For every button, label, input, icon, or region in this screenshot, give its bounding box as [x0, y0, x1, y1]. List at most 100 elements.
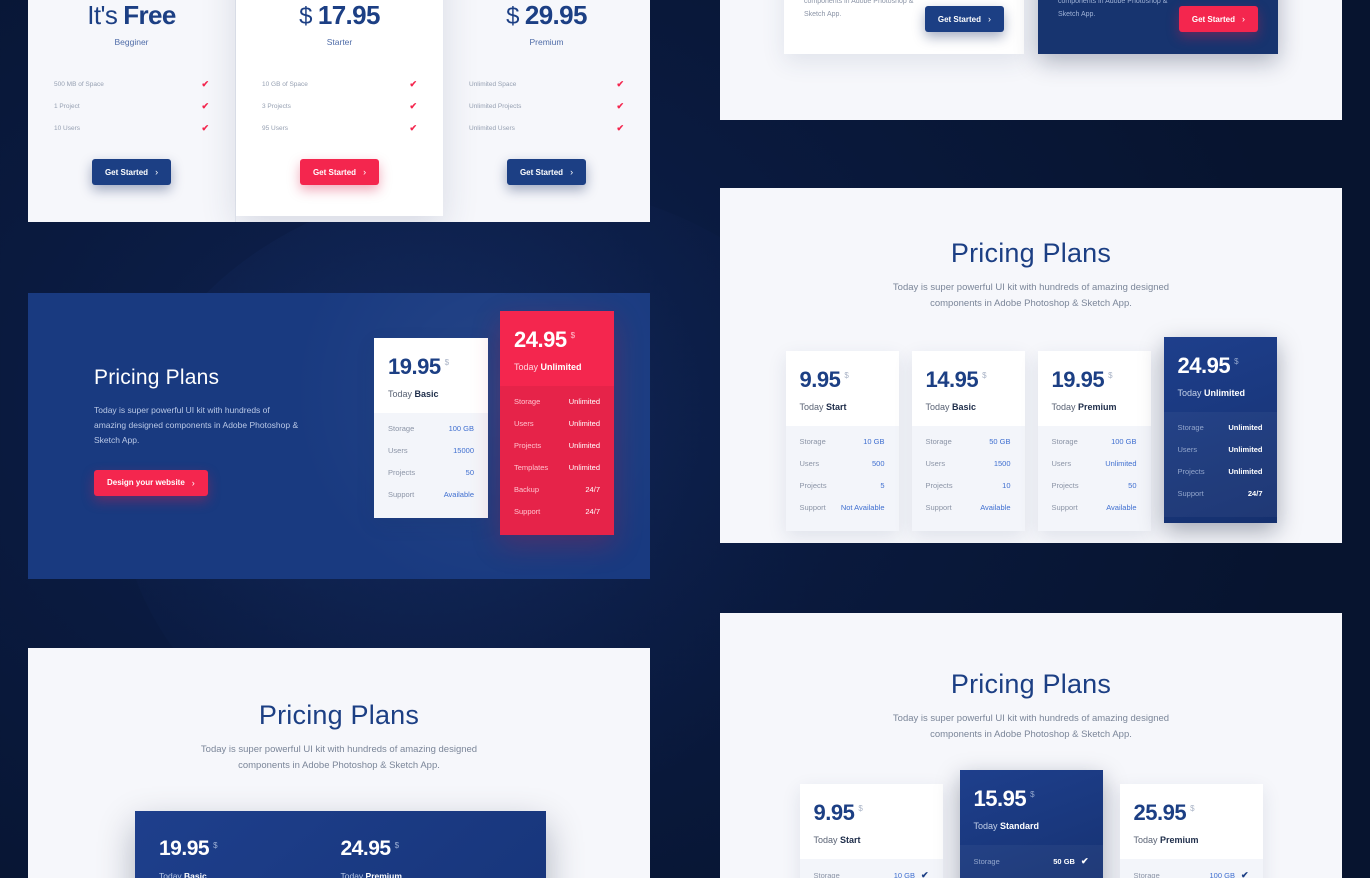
pricing-card[interactable]: 9.95$Today StartStorage10 GB✔Users500✔: [799, 784, 943, 878]
feature-card[interactable]: hundreds of amazing designed components …: [784, 0, 1024, 54]
feature-label: 3 Projects: [262, 102, 291, 110]
get-started-button[interactable]: Get Started ›: [91, 159, 172, 185]
feature-value: 5: [880, 480, 885, 490]
plan-level-label: Premium: [529, 37, 564, 47]
feature-value: Unlimited: [568, 418, 600, 428]
page-subtitle: Today is super powerful UI kit with hund…: [892, 713, 1170, 740]
pricing-card-features: Storage 100 GB Users 15000 Projects 50 Support…: [374, 413, 488, 518]
price-row: 24.95 $: [514, 327, 600, 353]
price-value: 9.95: [813, 800, 855, 826]
pricing-card-features: Storage 10 GB Users 500 Projects 5 Support Not …: [785, 426, 899, 532]
wide-plan-card[interactable]: 19.95 $ Today Basic 24.95 $ Today Premium: [135, 811, 546, 878]
feature-row: 95 Users ✔: [262, 117, 417, 139]
feature-row: Support 24/7: [1178, 482, 1263, 504]
feature-row: Users Unlimited: [514, 412, 600, 434]
feature-value: 10 GB: [863, 436, 885, 446]
feature-value: Available: [1106, 502, 1137, 512]
feature-value: 100 GB: [1209, 870, 1235, 878]
pricing-card[interactable]: 15.95$ Today Standard Storage 50 GB ✔ Users25…: [959, 770, 1103, 878]
feature-value: 15000: [453, 445, 474, 455]
pricing-card[interactable]: 14.95 $ Today Basic Storage 50 GB Users 1500 Pr…: [911, 351, 1025, 532]
get-started-button[interactable]: Get Started ›: [1178, 6, 1258, 32]
get-started-label: Get Started: [1191, 14, 1235, 24]
panel-wide-dual-plan: Pricing Plans Today is super powerful UI…: [28, 648, 650, 878]
pricing-card-features: Storage Unlimited Users Unlimited Projects Un…: [1163, 412, 1277, 518]
plan-level-label: Begginer: [114, 37, 149, 47]
cta-wrap: Get Started ›: [1178, 6, 1258, 32]
feature-value: 50: [465, 467, 474, 477]
get-started-button[interactable]: Get Started ›: [299, 159, 380, 185]
feature-row: Users Unlimited: [1052, 452, 1137, 474]
feature-label: 500 MB of Space: [54, 80, 104, 88]
feature-row: 500 MB of Space ✔: [54, 73, 209, 95]
plan-tier-label: Basic: [184, 871, 207, 878]
pricing-card-header: 19.95 $ Today Basic: [374, 338, 488, 413]
currency-symbol: $: [858, 804, 863, 814]
price-value: 15.95: [973, 786, 1027, 812]
cta-wrap: Get Started ›: [506, 159, 587, 185]
panel-pricing-hero: Pricing Plans Today is super powerful UI…: [28, 293, 650, 579]
currency-symbol: $: [1030, 790, 1035, 800]
price-row: 19.95 $: [388, 354, 474, 380]
pricing-card-features: Storage 50 GB Users 1500 Projects 10 Support Av…: [911, 426, 1025, 532]
feature-value: 100 GB: [1111, 436, 1137, 446]
plan-prefix: Today: [1051, 402, 1079, 413]
feature-row: Storage 50 GB ✔: [974, 849, 1089, 873]
panel-three-plan-cards: Pricing Plans Today is super powerful UI…: [720, 613, 1342, 878]
feature-value-wrap: 10 GB: [863, 437, 884, 446]
pricing-card[interactable]: 24.95 $ Today Unlimited Storage Unlimited Use…: [1163, 337, 1277, 524]
feature-value: 100 GB: [448, 423, 474, 433]
panel-two-feature-cards: hundreds of amazing designed components …: [720, 0, 1342, 120]
currency-symbol: $: [506, 3, 519, 30]
panel-three-plan-table: It's Free Begginer 500 MB of Space ✔ 1 Projec…: [28, 0, 650, 222]
pricing-card[interactable]: 19.95 $ Today Premium Storage 100 GB Users Unl…: [1037, 351, 1151, 532]
pricing-card[interactable]: 24.95 $ Today Unlimited Storage Unlimited Use…: [500, 311, 614, 535]
feature-card[interactable]: hundreds of amazing designed components …: [1038, 0, 1278, 54]
plan-name: Today Standard: [974, 821, 1089, 831]
pricing-card[interactable]: 9.95 $ Today Start Storage 10 GB Users 500 Proj…: [785, 351, 899, 532]
page-title: Pricing Plans: [258, 700, 420, 730]
pricing-card[interactable]: 25.95$Today PremiumStorage100 GB✔Users50…: [1119, 784, 1263, 878]
feature-row: Support Not Available: [800, 496, 885, 518]
feature-label: 10 GB of Space: [262, 80, 308, 88]
pricing-card[interactable]: 19.95 $ Today Basic Storage 100 GB Users 15000…: [374, 338, 488, 518]
feature-row: Projects Unlimited: [1178, 460, 1263, 482]
hero-heading: Pricing Plans: [94, 366, 220, 389]
plan-name: Today Basic: [159, 871, 341, 878]
design-your-website-button[interactable]: Design your website ›: [94, 469, 208, 496]
pricing-card-header: 24.95 $ Today Unlimited: [1164, 337, 1277, 412]
feature-label: Support: [1051, 502, 1078, 512]
plan-column[interactable]: $17.95 Starter 10 GB of Space ✔ 3 Projects ✔ 9…: [236, 0, 443, 216]
feature-label: 10 Users: [54, 124, 81, 132]
chevron-right-icon: ›: [363, 167, 367, 177]
get-started-label: Get Started: [312, 167, 357, 177]
pricing-card-features: Storage Unlimited Users Unlimited Projects Un…: [500, 386, 614, 535]
feature-label: Users: [799, 458, 820, 468]
feature-row: 3 Projects ✔: [262, 95, 417, 117]
get-started-button[interactable]: Get Started ›: [506, 159, 587, 185]
currency-symbol: $: [982, 371, 987, 381]
check-icon: ✔: [920, 869, 929, 878]
get-started-button[interactable]: Get Started ›: [924, 6, 1004, 32]
feature-value: 500: [871, 458, 885, 468]
plan-tier-label: Premium: [1078, 402, 1117, 413]
feature-label: Unlimited Projects: [469, 102, 522, 110]
currency-symbol: $: [1108, 371, 1113, 381]
plan-tier-label: Standard: [1000, 821, 1040, 832]
panel-four-plan-cards: Pricing Plans Today is super powerful UI…: [720, 188, 1342, 543]
feature-row: Projects 50: [1052, 474, 1137, 496]
feature-value-wrap: 50 GB ✔: [1053, 856, 1088, 867]
feature-row: Projects Unlimited: [514, 434, 600, 456]
feature-value-wrap: Available: [980, 503, 1010, 512]
chevron-right-icon: ›: [155, 167, 159, 177]
feature-cards-row: hundreds of amazing designed components …: [720, 0, 1342, 54]
plan-column[interactable]: $29.95 Premium Unlimited Space ✔ Unlimited P…: [443, 0, 650, 222]
price-row: 19.95 $: [1052, 367, 1137, 393]
get-started-label: Get Started: [104, 167, 149, 177]
feature-value: Available: [980, 502, 1011, 512]
plan-name: Today Premium: [1052, 402, 1137, 412]
plan-column[interactable]: It's Free Begginer 500 MB of Space ✔ 1 Projec…: [28, 0, 236, 222]
get-started-label: Get Started: [937, 14, 981, 24]
chevron-right-icon: ›: [191, 477, 195, 488]
price-value: 9.95: [799, 367, 841, 393]
